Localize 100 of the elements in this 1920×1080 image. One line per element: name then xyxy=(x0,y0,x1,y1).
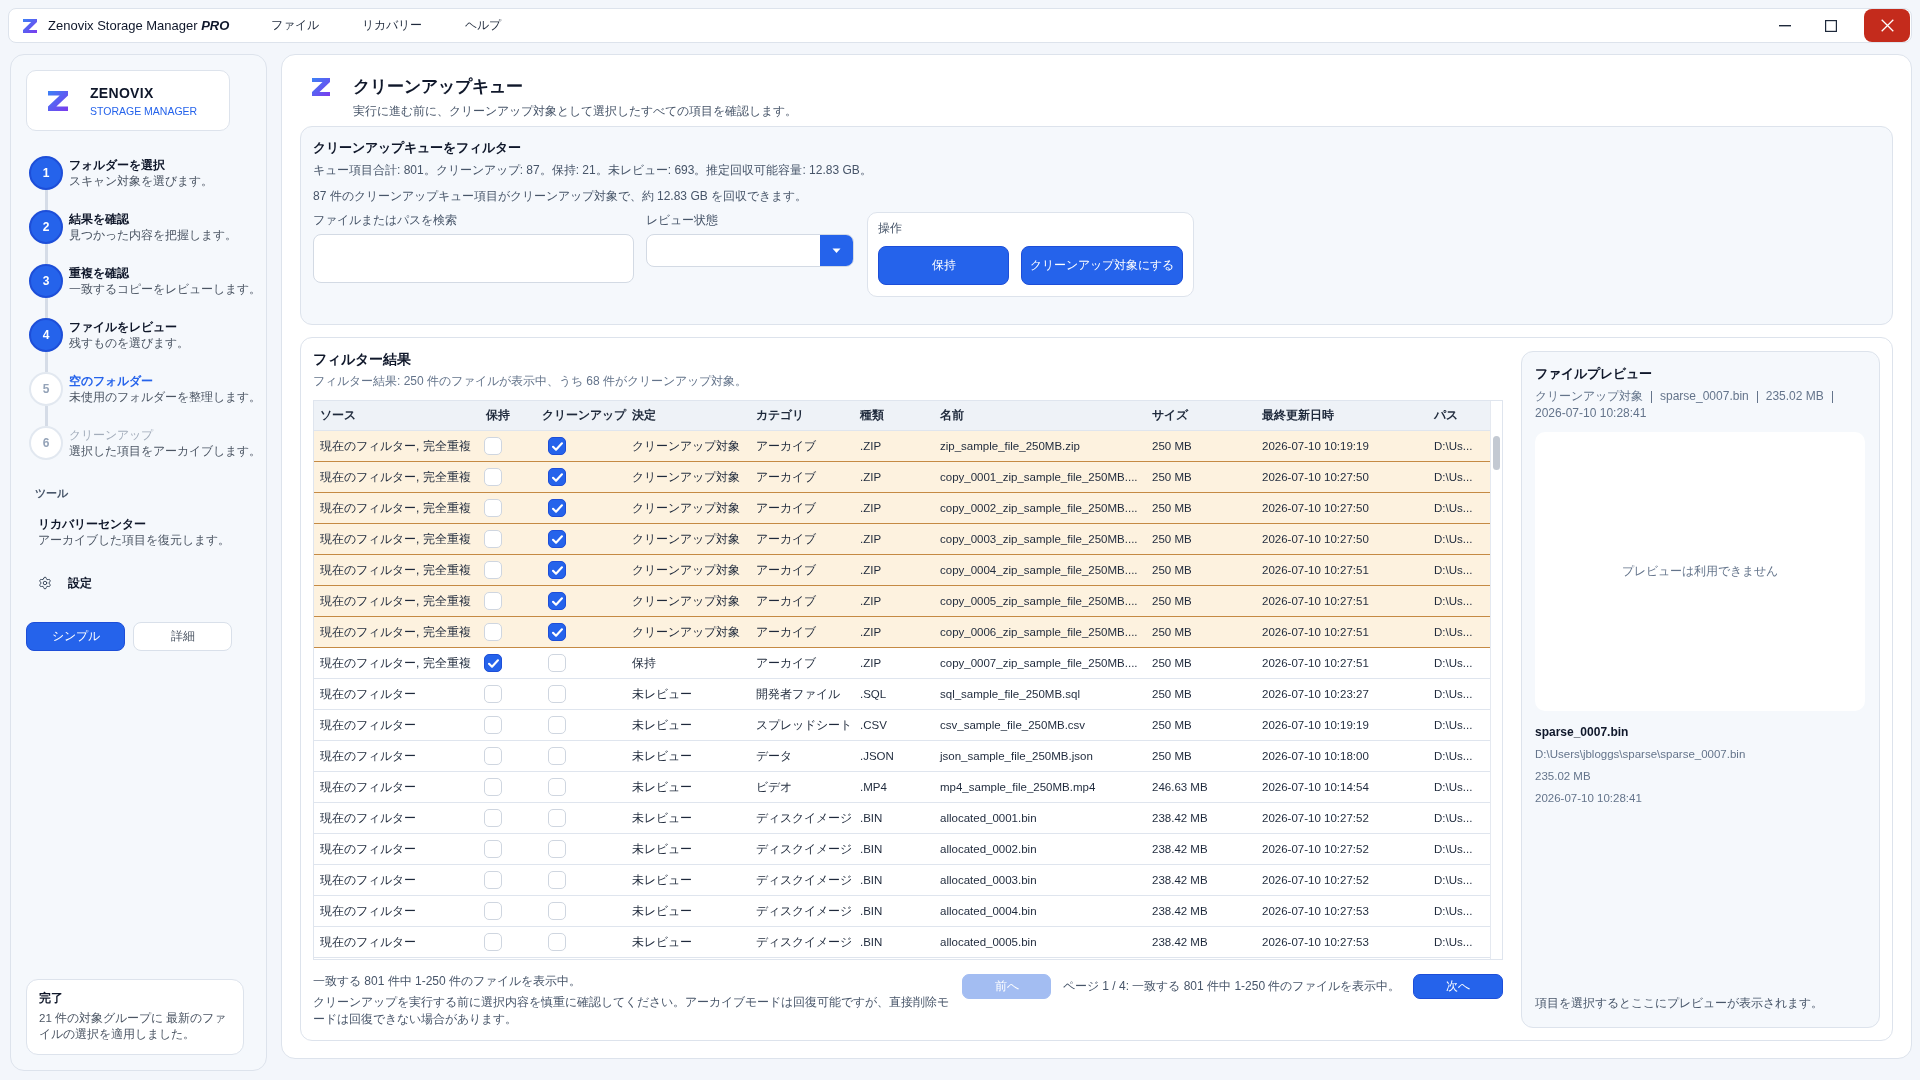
mode-toggle[interactable]: シンプル xyxy=(26,622,125,651)
table-cell-text: アーカイブ xyxy=(755,468,817,486)
step-title[interactable]: 重複を確認 xyxy=(69,265,262,281)
logo-icon xyxy=(48,90,68,111)
preview-meta: 235.02 MB xyxy=(1765,388,1824,405)
table-cell-text: クリーンアップ対象 xyxy=(631,592,741,610)
table-cell-text: D:\Us... xyxy=(1433,533,1474,545)
preview-meta: 2026-07-10 10:28:41 xyxy=(1535,405,1647,422)
action-button[interactable]: クリーンアップ対象にする xyxy=(1021,246,1183,285)
section-title: フィルター結果 xyxy=(313,351,412,369)
table-cell-text: 2026-07-10 10:19:19 xyxy=(1261,440,1370,452)
step-title[interactable]: 結果を確認 xyxy=(69,211,262,227)
table-cell-text: .SQL xyxy=(859,688,888,700)
column-header[interactable]: 決定 xyxy=(626,407,750,424)
table-row[interactable]: 現在のフィルター, 完全重複 クリーンアップ対象 アーカイブ .ZIP copy_0003_zip_sample_file_250MB.... 250 MB 2026-07-10 10:27:50 D:\Us... xyxy=(314,524,1490,555)
menu-item[interactable]: ファイル xyxy=(271,17,319,34)
checkbox[interactable] xyxy=(548,437,566,455)
table-cell-text: 250 MB xyxy=(1151,750,1193,762)
file-date: 2026-07-10 10:28:41 xyxy=(1535,791,1643,806)
table-row[interactable]: 現在のフィルター, 完全重複 クリーンアップ対象 アーカイブ .ZIP copy_0001_zip_sample_file_250MB.... 250 MB 2026-07-10 10:27:50 D:\Us... xyxy=(314,462,1490,493)
table-cell-text: 2026-07-10 10:23:27 xyxy=(1261,688,1370,700)
table-cell-text: 2026-07-10 10:27:51 xyxy=(1261,626,1370,638)
column-header[interactable]: パス xyxy=(1428,407,1489,424)
table-cell-text: .ZIP xyxy=(859,626,883,638)
table-cell-text: 238.42 MB xyxy=(1151,874,1209,886)
table-cell-text: D:\Us... xyxy=(1433,812,1474,824)
table-cell-text: 現在のフィルター, 完全重複 xyxy=(319,468,472,486)
column-header[interactable]: クリーンアップ xyxy=(536,407,626,424)
nav-item[interactable]: リカバリーセンター アーカイブした項目を復元します。 xyxy=(38,517,230,548)
column-header[interactable]: サイズ xyxy=(1146,407,1256,424)
table-cell-text: D:\Us... xyxy=(1433,781,1474,793)
column-header[interactable]: 種類 xyxy=(854,407,934,424)
column-header[interactable]: 保持 xyxy=(480,407,536,424)
step-description: 残すものを選びます。 xyxy=(69,335,190,351)
table-cell-text: copy_0004_zip_sample_file_250MB.... xyxy=(939,564,1139,576)
action-button[interactable]: 保持 xyxy=(878,246,1009,285)
table-cell-text: 未レビュー xyxy=(631,685,693,703)
step-description: スキャン対象を選びます。 xyxy=(69,173,214,189)
table-row[interactable]: 現在のフィルター, 完全重複 クリーンアップ対象 アーカイブ .ZIP copy_0004_zip_sample_file_250MB.... 250 MB 2026-07-10 10:27:51 D:\Us... xyxy=(314,555,1490,586)
table-cell-text: アーカイブ xyxy=(755,530,817,548)
checkbox[interactable] xyxy=(548,468,566,486)
table-cell-text: .ZIP xyxy=(859,440,883,452)
table-row[interactable]: 現在のフィルター, 完全重複 クリーンアップ対象 アーカイブ .ZIP copy_0002_zip_sample_file_250MB.... 250 MB 2026-07-10 10:27:50 D:\Us... xyxy=(314,493,1490,524)
column-header[interactable]: 名前 xyxy=(934,407,1146,424)
checkbox[interactable] xyxy=(484,654,502,672)
step-title[interactable]: フォルダーを選択 xyxy=(69,157,262,173)
checkbox[interactable] xyxy=(548,592,566,610)
table-row[interactable]: 現在のフィルター, 完全重複 クリーンアップ対象 アーカイブ .ZIP copy_0005_zip_sample_file_250MB.... 250 MB 2026-07-10 10:27:51 D:\Us... xyxy=(314,586,1490,617)
checkbox[interactable] xyxy=(548,499,566,517)
table-cell-text: 開発者ファイル xyxy=(755,685,841,703)
scrollbar-thumb[interactable] xyxy=(1493,436,1500,470)
checkbox[interactable] xyxy=(548,623,566,641)
table-row[interactable]: 現在のフィルター, 完全重複 クリーンアップ対象 アーカイブ .ZIP copy_0006_zip_sample_file_250MB.... 250 MB 2026-07-10 10:27:51 D:\Us... xyxy=(314,617,1490,648)
table-cell-text: D:\Us... xyxy=(1433,440,1474,452)
table-cell-text: 2026-07-10 10:27:50 xyxy=(1261,471,1370,483)
check-icon xyxy=(551,472,563,482)
maximize-icon[interactable] xyxy=(1825,19,1837,32)
menu-item[interactable]: リカバリー xyxy=(362,17,422,34)
table-cell-text: 250 MB xyxy=(1151,502,1193,514)
table-cell-text: 2026-07-10 10:27:53 xyxy=(1261,905,1370,917)
step-title[interactable]: 空のフォルダー xyxy=(69,373,262,389)
file-path: D:\Users\jbloggs\sparse\sparse_0007.bin xyxy=(1535,747,1747,762)
table-cell-text: copy_0001_zip_sample_file_250MB.... xyxy=(939,471,1139,483)
table-cell-text: 現在のフィルター, 完全重複 xyxy=(319,530,472,548)
preview-meta: クリーンアップ対象 xyxy=(1535,388,1643,405)
table-cell-text: .MP4 xyxy=(859,781,888,793)
close-button[interactable] xyxy=(1864,9,1910,42)
table-cell-text: .ZIP xyxy=(859,533,883,545)
table-cell-text: スプレッドシート xyxy=(755,716,853,734)
next-button[interactable]: 次へ xyxy=(1413,974,1503,999)
search-field[interactable] xyxy=(313,234,634,283)
table-cell-text: 未レビュー xyxy=(631,809,693,827)
table-cell-text: 250 MB xyxy=(1151,719,1193,731)
table-cell-text: copy_0006_zip_sample_file_250MB.... xyxy=(939,626,1139,638)
table-cell-text: 246.63 MB xyxy=(1151,781,1209,793)
checkbox[interactable] xyxy=(548,530,566,548)
table-cell-text: 2026-07-10 10:18:00 xyxy=(1261,750,1370,762)
table-row[interactable]: 現在のフィルター, 完全重複 クリーンアップ対象 アーカイブ .ZIP zip_sample_file_250MB.zip 250 MB 2026-07-10 10:19:19 D:\Us... xyxy=(314,431,1490,462)
table-cell-text: 現在のフィルター xyxy=(319,871,417,889)
column-header[interactable]: ソース xyxy=(314,407,480,424)
table-cell-text: 保持 xyxy=(631,654,657,672)
table-cell-text: .BIN xyxy=(859,843,884,855)
settings-item[interactable]: 設定 xyxy=(38,574,92,592)
minimize-icon[interactable] xyxy=(1779,24,1791,27)
table-cell-text: .JSON xyxy=(859,750,895,762)
table-cell-text: 現在のフィルター xyxy=(319,809,417,827)
checkbox[interactable] xyxy=(548,561,566,579)
preview-title: ファイルプレビュー xyxy=(1535,365,1653,383)
menu-item[interactable]: ヘルプ xyxy=(465,17,501,34)
table-cell-text: .ZIP xyxy=(859,595,883,607)
column-header[interactable]: カテゴリ xyxy=(750,407,854,424)
step-title[interactable]: ファイルをレビュー xyxy=(69,319,262,335)
table-cell-text: 現在のフィルター xyxy=(319,716,417,734)
mode-toggle[interactable]: 詳細 xyxy=(133,622,232,651)
status-dropdown[interactable] xyxy=(646,234,854,267)
table-cell-text: クリーンアップ対象 xyxy=(631,561,741,579)
table-cell-text: 未レビュー xyxy=(631,871,693,889)
column-header[interactable]: 最終更新日時 xyxy=(1256,407,1428,424)
table-cell-text: D:\Us... xyxy=(1433,471,1474,483)
table-cell-text: アーカイブ xyxy=(755,499,817,517)
